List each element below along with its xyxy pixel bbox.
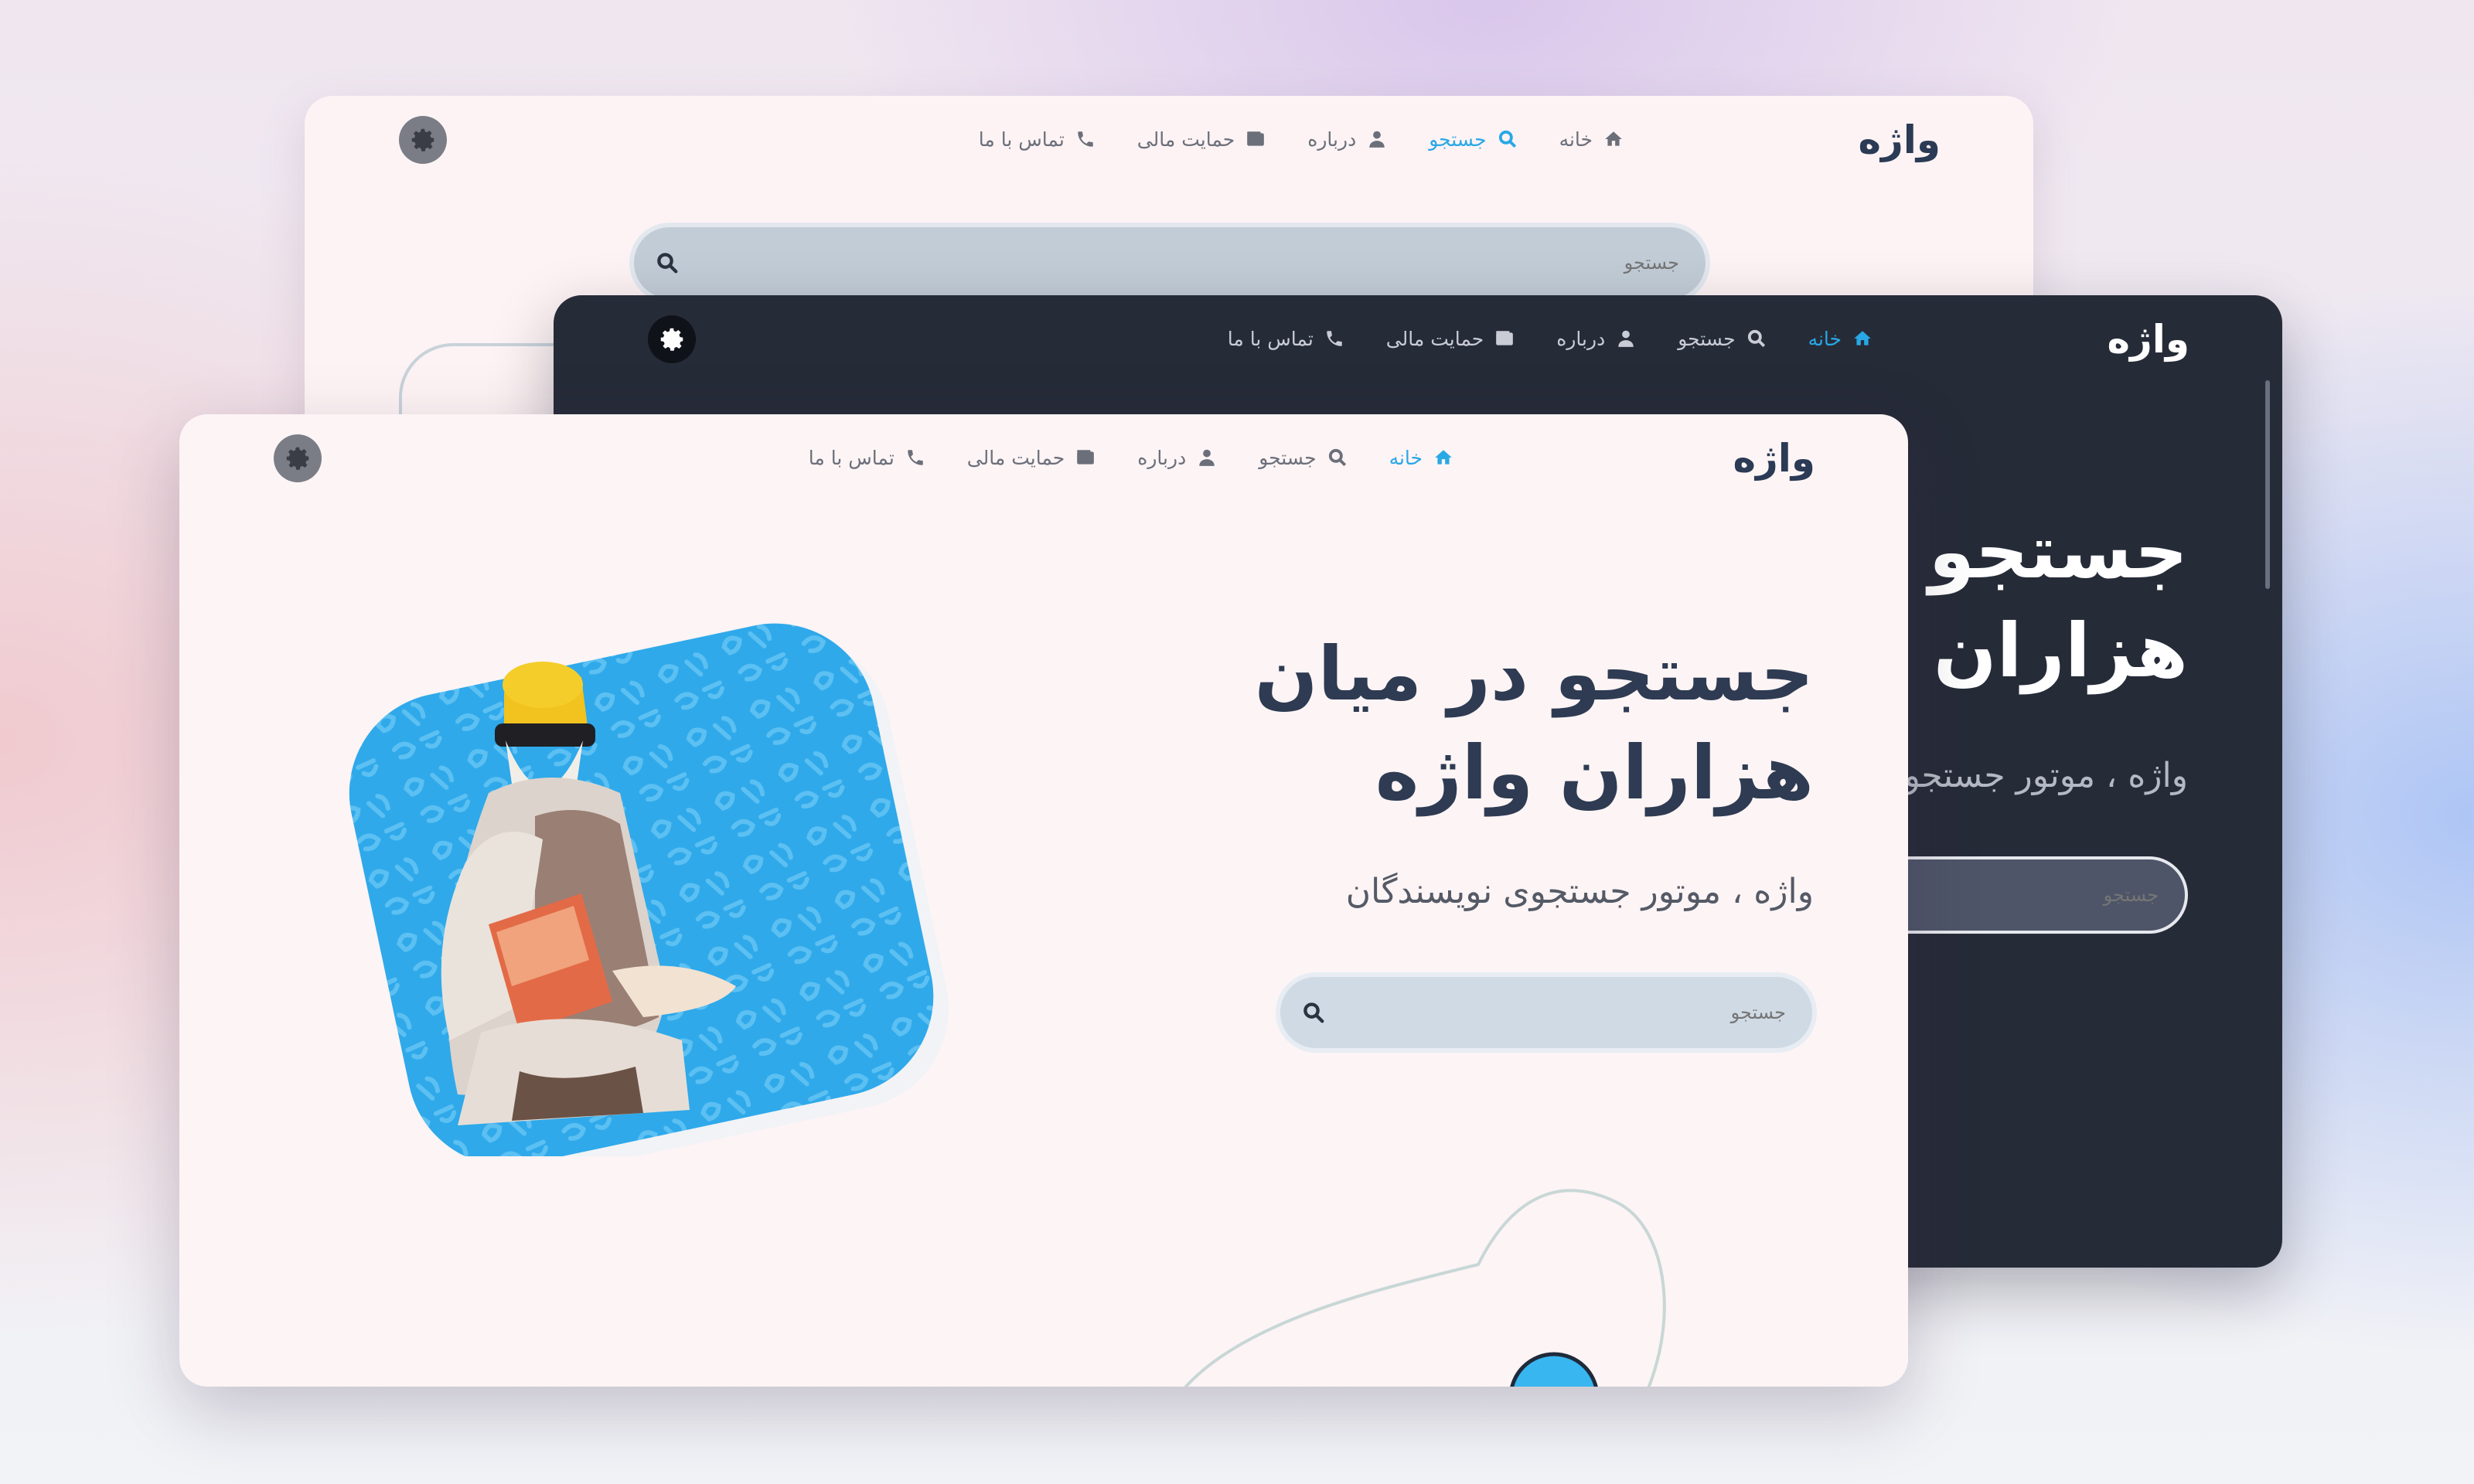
nav-item-label: تماس با ما: [808, 446, 895, 469]
nav-item-label: حمایت مالی: [966, 446, 1065, 469]
navbar: واژه خانه جستجو درباره حمایت مالی تماس ب…: [179, 414, 1908, 501]
search-bar[interactable]: [634, 227, 1706, 298]
hero-title: جستجو در میان هزاران واژه: [1118, 625, 1814, 822]
hero-illustration: [349, 623, 949, 1156]
nav-item-donate[interactable]: حمایت مالی: [1137, 128, 1266, 151]
nav-item-contact[interactable]: تماس با ما: [1228, 328, 1344, 350]
theme-toggle-button[interactable]: [648, 315, 696, 363]
wallet-icon: [1077, 450, 1095, 465]
nav-item-label: درباره: [1307, 128, 1357, 151]
nav-item-label: حمایت مالی: [1136, 128, 1235, 151]
user-icon: [1618, 330, 1634, 347]
nav-item-home[interactable]: خانه: [1389, 447, 1453, 469]
nav-menu: خانه جستجو درباره حمایت مالی تماس با ما: [979, 96, 1624, 182]
phone-icon: [908, 450, 923, 465]
phone-icon: [1078, 131, 1093, 147]
nav-item-label: تماس با ما: [978, 128, 1065, 151]
navbar: واژه خانه جستجو درباره حمایت مالی تماس ب…: [554, 295, 2282, 382]
nav-item-home[interactable]: خانه: [1559, 128, 1624, 151]
search-icon: [1498, 130, 1516, 148]
nav-item-label: خانه: [1559, 128, 1593, 151]
nav-item-label: خانه: [1808, 327, 1842, 350]
decorative-curve: [1184, 1189, 1666, 1387]
hero-subtitle: واژه ، موتور جستجوی نویسندگان: [1345, 872, 1814, 911]
nav-item-home[interactable]: خانه: [1808, 328, 1873, 350]
nav-item-search[interactable]: جستجو: [1429, 128, 1517, 151]
nav-item-donate[interactable]: حمایت مالی: [967, 447, 1096, 469]
nav-menu: خانه جستجو درباره حمایت مالی تماس با ما: [809, 414, 1453, 501]
nav-item-label: جستجو: [1429, 128, 1487, 151]
user-icon: [1199, 449, 1215, 466]
nav-item-label: جستجو: [1678, 327, 1736, 350]
search-bar[interactable]: [1280, 977, 1812, 1048]
nav-item-label: درباره: [1556, 327, 1606, 350]
nav-item-label: حمایت مالی: [1385, 327, 1484, 350]
nav-item-about[interactable]: درباره: [1137, 447, 1217, 469]
navbar: واژه خانه جستجو درباره حمایت مالی تماس ب…: [305, 96, 2033, 182]
gear-icon: [286, 447, 309, 470]
nav-item-search[interactable]: جستجو: [1259, 447, 1347, 469]
nav-item-label: خانه: [1389, 446, 1423, 469]
search-icon[interactable]: [1302, 1001, 1325, 1024]
nav-item-label: تماس با ما: [1227, 327, 1314, 350]
home-icon: [1854, 331, 1871, 345]
nav-item-label: درباره: [1137, 446, 1187, 469]
home-icon: [1435, 450, 1452, 465]
home-icon: [1605, 131, 1622, 146]
site-logo[interactable]: واژه: [2107, 317, 2189, 362]
hero-title-line: جستجو در میان: [1254, 631, 1814, 717]
search-input[interactable]: [751, 227, 1679, 298]
wallet-icon: [1496, 331, 1514, 345]
site-logo[interactable]: واژه: [1858, 117, 1941, 162]
wallet-icon: [1247, 131, 1265, 146]
user-icon: [1369, 131, 1385, 148]
nav-item-contact[interactable]: تماس با ما: [979, 128, 1096, 151]
hero-title-line: هزاران واژه: [1375, 730, 1814, 816]
gear-icon: [411, 128, 434, 151]
scrollbar[interactable]: [2265, 380, 2270, 589]
theme-toggle-button[interactable]: [399, 116, 447, 164]
window-front-light: واژه خانه جستجو درباره حمایت مالی تماس ب…: [179, 414, 1908, 1387]
search-icon: [1747, 329, 1765, 348]
theme-toggle-button[interactable]: [274, 434, 322, 482]
nav-item-label: جستجو: [1259, 446, 1317, 469]
search-icon[interactable]: [656, 251, 679, 274]
phone-icon: [1327, 331, 1342, 346]
nav-item-about[interactable]: درباره: [1556, 328, 1636, 350]
nav-item-donate[interactable]: حمایت مالی: [1386, 328, 1515, 350]
nav-item-contact[interactable]: تماس با ما: [809, 447, 925, 469]
nav-item-about[interactable]: درباره: [1307, 128, 1387, 151]
nav-menu: خانه جستجو درباره حمایت مالی تماس با ما: [1228, 295, 1873, 382]
nav-item-search[interactable]: جستجو: [1678, 328, 1766, 350]
search-input[interactable]: [1353, 977, 1786, 1048]
search-icon: [1328, 448, 1346, 467]
gear-icon: [660, 328, 683, 351]
site-logo[interactable]: واژه: [1733, 436, 1815, 481]
